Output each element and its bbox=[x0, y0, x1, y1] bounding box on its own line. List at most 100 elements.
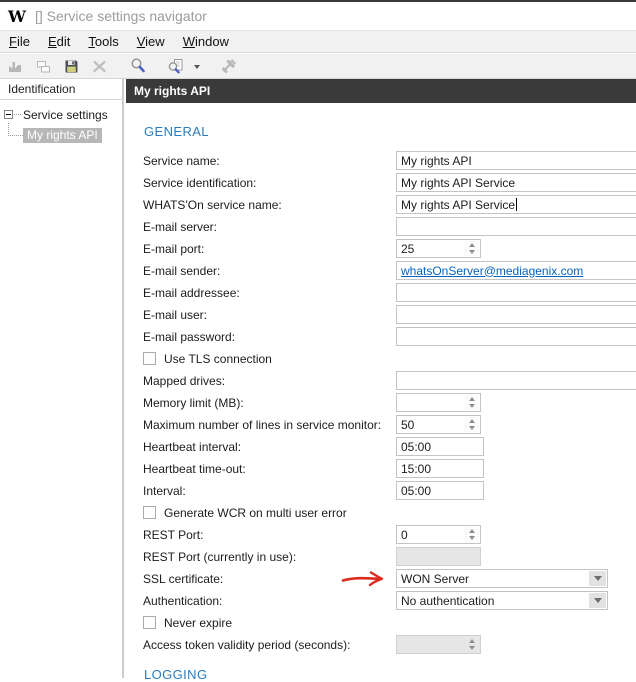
email-port-spinner[interactable] bbox=[464, 241, 479, 256]
spin-up-icon[interactable] bbox=[468, 639, 475, 644]
spin-down-icon[interactable] bbox=[468, 535, 475, 540]
service-identification-field[interactable]: My rights API Service bbox=[396, 173, 636, 192]
email-addressee-label: E-mail addressee: bbox=[143, 286, 240, 300]
cascade-windows-icon[interactable] bbox=[34, 57, 53, 75]
service-identification-value: My rights API Service bbox=[401, 175, 516, 190]
memory-limit-field[interactable] bbox=[396, 393, 481, 412]
panel-title: My rights API bbox=[126, 79, 636, 103]
title-bar: W [] Service settings navigator bbox=[0, 2, 636, 30]
access-token-validity-spinner[interactable] bbox=[464, 637, 479, 652]
section-header-logging: LOGGING bbox=[144, 667, 208, 682]
email-port-label: E-mail port: bbox=[143, 242, 205, 256]
menu-edit[interactable]: Edit bbox=[39, 31, 79, 52]
max-lines-service-monitor-spinner[interactable] bbox=[464, 417, 479, 432]
spin-down-icon[interactable] bbox=[468, 645, 475, 650]
service-name-value: My rights API bbox=[401, 153, 472, 168]
search-icon[interactable] bbox=[128, 57, 147, 75]
authentication-field[interactable]: No authentication bbox=[396, 591, 608, 610]
tree-node-my-rights-api[interactable]: My rights API bbox=[23, 128, 102, 143]
use-tls-connection-label: Use TLS connection bbox=[164, 352, 272, 366]
service-tree: Service settings My rights API bbox=[0, 100, 122, 143]
generate-wcr-checkbox[interactable] bbox=[143, 506, 156, 519]
heartbeat-timeout-value: 15:00 bbox=[401, 461, 432, 476]
spin-down-icon[interactable] bbox=[468, 425, 475, 430]
interval-field[interactable]: 05:00 bbox=[396, 481, 484, 500]
menu-bar: File Edit Tools View Window bbox=[0, 30, 636, 53]
email-user-field[interactable] bbox=[396, 305, 636, 324]
save-icon[interactable] bbox=[62, 57, 81, 75]
rest-port-label: REST Port: bbox=[143, 528, 204, 542]
ssl-certificate-field[interactable]: WON Server bbox=[396, 569, 608, 588]
spin-up-icon[interactable] bbox=[468, 243, 475, 248]
spin-up-icon[interactable] bbox=[468, 419, 475, 424]
search-options-caret[interactable] bbox=[194, 64, 200, 69]
heartbeat-interval-field[interactable]: 05:00 bbox=[396, 437, 484, 456]
authentication-label: Authentication: bbox=[143, 594, 223, 608]
email-password-field[interactable] bbox=[396, 327, 636, 346]
email-sender-label: E-mail sender: bbox=[143, 264, 221, 278]
form-row-email-user: E-mail user: bbox=[126, 304, 636, 326]
form-row-mapped-drives: Mapped drives: bbox=[126, 370, 636, 392]
tree-node-label[interactable]: Service settings bbox=[23, 108, 108, 122]
heartbeat-timeout-label: Heartbeat time-out: bbox=[143, 462, 246, 476]
form-row-ssl-certificate: SSL certificate: WON Server bbox=[126, 568, 636, 590]
app-logo-icon: W bbox=[8, 6, 26, 26]
memory-limit-spinner[interactable] bbox=[464, 395, 479, 410]
form-row-email-addressee: E-mail addressee: bbox=[126, 282, 636, 304]
whatson-service-name-field[interactable]: My rights API Service bbox=[396, 195, 636, 214]
max-lines-service-monitor-field[interactable]: 50 bbox=[396, 415, 481, 434]
form-row-use-tls-connection: Use TLS connection bbox=[126, 348, 636, 370]
email-server-field[interactable] bbox=[396, 217, 636, 236]
form-row-email-port: E-mail port: 25 bbox=[126, 238, 636, 260]
tools-icon[interactable] bbox=[219, 57, 238, 75]
service-name-field[interactable]: My rights API bbox=[396, 151, 636, 170]
tree-node-service-settings[interactable]: Service settings bbox=[0, 107, 122, 122]
heartbeat-interval-value: 05:00 bbox=[401, 439, 432, 454]
delete-icon[interactable] bbox=[90, 57, 109, 75]
rest-port-spinner[interactable] bbox=[464, 527, 479, 542]
max-lines-service-monitor-label: Maximum number of lines in service monit… bbox=[143, 418, 382, 432]
access-token-validity-label: Access token validity period (seconds): bbox=[143, 638, 351, 652]
spin-up-icon[interactable] bbox=[468, 397, 475, 402]
spin-down-icon[interactable] bbox=[468, 249, 475, 254]
ssl-certificate-label: SSL certificate: bbox=[143, 572, 224, 586]
email-sender-field[interactable]: whatsOnServer@mediagenix.com bbox=[396, 261, 636, 280]
tree-collapse-toggle-icon[interactable] bbox=[4, 110, 13, 119]
authentication-dropdown-button[interactable] bbox=[589, 593, 606, 608]
rest-port-in-use-field bbox=[396, 547, 481, 566]
general-settings-form: Service name: My rights API Service identi… bbox=[126, 150, 636, 656]
sidebar-header: Identification bbox=[0, 79, 122, 100]
use-tls-connection-checkbox[interactable] bbox=[143, 352, 156, 365]
tree-branch-connector bbox=[8, 123, 23, 136]
service-name-label: Service name: bbox=[143, 154, 220, 168]
access-token-validity-field bbox=[396, 635, 481, 654]
email-port-value: 25 bbox=[401, 241, 415, 256]
toolbar bbox=[0, 54, 636, 79]
ssl-certificate-dropdown-button[interactable] bbox=[589, 571, 606, 586]
build-icon[interactable] bbox=[6, 57, 25, 75]
section-header-general: GENERAL bbox=[144, 124, 209, 139]
menu-tools[interactable]: Tools bbox=[79, 31, 127, 52]
menu-file[interactable]: File bbox=[0, 31, 39, 52]
search-document-icon[interactable] bbox=[166, 57, 185, 75]
email-port-field[interactable]: 25 bbox=[396, 239, 481, 258]
heartbeat-timeout-field[interactable]: 15:00 bbox=[396, 459, 484, 478]
interval-label: Interval: bbox=[143, 484, 186, 498]
email-sender-value[interactable]: whatsOnServer@mediagenix.com bbox=[401, 264, 583, 278]
form-row-rest-port: REST Port: 0 bbox=[126, 524, 636, 546]
rest-port-field[interactable]: 0 bbox=[396, 525, 481, 544]
form-row-authentication: Authentication: No authentication bbox=[126, 590, 636, 612]
text-cursor bbox=[516, 198, 518, 211]
form-row-heartbeat-interval: Heartbeat interval: 05:00 bbox=[126, 436, 636, 458]
email-user-label: E-mail user: bbox=[143, 308, 208, 322]
menu-window[interactable]: Window bbox=[174, 31, 238, 52]
never-expire-checkbox[interactable] bbox=[143, 616, 156, 629]
spin-down-icon[interactable] bbox=[468, 403, 475, 408]
red-arrow-annotation bbox=[341, 571, 384, 587]
menu-view[interactable]: View bbox=[128, 31, 174, 52]
mapped-drives-field[interactable] bbox=[396, 371, 636, 390]
form-row-heartbeat-timeout: Heartbeat time-out: 15:00 bbox=[126, 458, 636, 480]
email-addressee-field[interactable] bbox=[396, 283, 636, 302]
spin-up-icon[interactable] bbox=[468, 529, 475, 534]
authentication-value: No authentication bbox=[401, 593, 495, 608]
